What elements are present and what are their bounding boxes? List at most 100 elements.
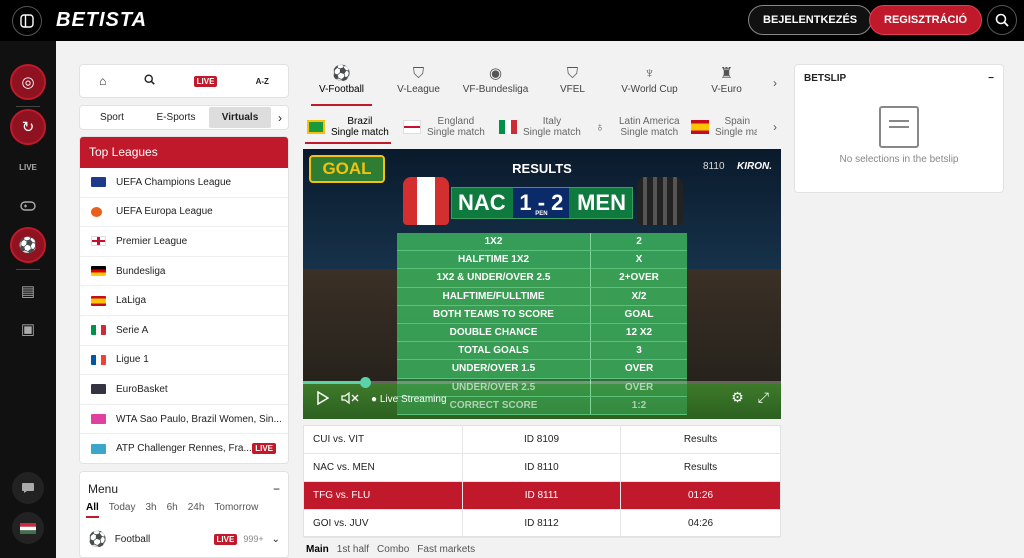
match-status: 04:26 [687, 518, 714, 529]
match-teams: TFG vs. FLU [304, 482, 463, 509]
play-icon[interactable] [317, 390, 330, 408]
live-streaming-text: Live Streaming [379, 394, 447, 405]
away-team: MEN [577, 190, 626, 215]
match-row-active[interactable]: TFG vs. FLU ID 8111 01:26 [304, 482, 780, 510]
league-item[interactable]: EuroBasket [80, 375, 288, 405]
collapse-icon[interactable]: − [273, 482, 280, 496]
brand-logo[interactable]: BETISTA [56, 9, 147, 32]
sidebar-toggle-icon[interactable] [12, 5, 42, 36]
tab-label: V-Euro [711, 84, 742, 95]
sport-type-tabs: Sport E-Sports Virtuals › [79, 105, 289, 130]
language-flag-icon[interactable] [12, 512, 44, 544]
fullscreen-icon[interactable]: ⤢ [758, 389, 769, 406]
receipt-icon [879, 106, 919, 148]
filter-24h[interactable]: 24h [188, 502, 205, 518]
roulette-icon[interactable]: ◎ [10, 64, 46, 100]
virtual-sports-icon[interactable]: ⚽ [10, 227, 46, 263]
card-icon[interactable]: ▣ [10, 311, 46, 347]
home-icon[interactable]: ⌂ [99, 74, 106, 88]
shield-icon: ⛉ [566, 65, 579, 82]
league-item[interactable]: Premier League [80, 227, 288, 257]
top-leagues-panel: Top Leagues UEFA Champions League UEFA E… [79, 136, 289, 464]
az-tab[interactable]: A-Z [256, 77, 269, 86]
live-icon[interactable]: LIVE [10, 149, 46, 185]
league-name: ATP Challenger Rennes, Fra... [116, 443, 252, 455]
register-button[interactable]: REGISZTRÁCIÓ [869, 5, 983, 35]
away-jersey-icon [637, 177, 683, 225]
video-progress[interactable] [303, 377, 781, 388]
match-row[interactable]: NAC vs. MEN ID 8110 Results [304, 454, 780, 482]
tab-v-euro[interactable]: ♜ V-Euro [688, 64, 765, 106]
league-item[interactable]: Serie A [80, 316, 288, 346]
tab-sport[interactable]: Sport [81, 107, 143, 128]
tab-v-world-cup[interactable]: ♆ V-World Cup [611, 64, 688, 106]
tab-esports[interactable]: E-Sports [145, 107, 207, 128]
match-teams: CUI vs. VIT [304, 426, 463, 453]
match-teams: NAC vs. MEN [304, 454, 463, 481]
tab-italy[interactable]: Italy Single match [495, 112, 591, 142]
market-tabs: Main 1st half Combo Fast markets [306, 544, 475, 555]
result-market: UNDER/OVER 1.5 [397, 360, 591, 378]
tab-fast-markets[interactable]: Fast markets [417, 544, 475, 555]
tab-combo[interactable]: Combo [377, 544, 409, 555]
league-item[interactable]: LaLiga [80, 286, 288, 316]
result-market: HALFTIME 1X2 [397, 251, 591, 269]
tab-label: V-League [397, 84, 440, 95]
filter-tomorrow[interactable]: Tomorrow [214, 502, 258, 518]
brazil-flag-icon [307, 120, 325, 134]
collapse-icon[interactable]: − [988, 73, 994, 84]
gamepad-icon[interactable] [10, 188, 46, 224]
filter-3h[interactable]: 3h [145, 502, 156, 518]
filter-today[interactable]: Today [109, 502, 136, 518]
tab-main[interactable]: Main [306, 544, 329, 555]
filter-6h[interactable]: 6h [167, 502, 178, 518]
video-player[interactable]: GOAL RESULTS 8110 KIRON. NAC 1 - 2 PEN M… [303, 149, 781, 419]
search-icon[interactable] [987, 5, 1017, 35]
mute-icon[interactable] [341, 391, 359, 408]
login-button[interactable]: BEJELENTKEZÉS [748, 5, 873, 35]
chevron-right-icon[interactable]: › [773, 76, 777, 90]
chat-icon[interactable] [12, 472, 44, 504]
sport-item-football[interactable]: ⚽ Football LIVE 999+ ⌄ [80, 518, 288, 558]
tab-brazil[interactable]: Brazil Single match [303, 112, 399, 144]
league-item[interactable]: ATP Challenger Rennes, Fra... LIVE [80, 434, 288, 463]
league-item[interactable]: Ligue 1 [80, 346, 288, 376]
tab-vfel[interactable]: ⛉ VFEL [534, 64, 611, 106]
tab-v-league[interactable]: ⛉ V-League [380, 64, 457, 106]
live-tab[interactable]: LIVE [193, 75, 218, 87]
filter-all[interactable]: All [86, 502, 99, 518]
league-name: Premier League [116, 235, 188, 247]
score: 1 - 2 PEN [513, 188, 570, 218]
tab-v-football[interactable]: ⚽ V-Football [303, 64, 380, 106]
chevron-right-icon[interactable]: › [773, 120, 777, 134]
home-team: NAC [458, 190, 506, 215]
menu-title: Menu [88, 482, 119, 496]
result-row: UNDER/OVER 1.5 OVER [397, 360, 687, 379]
coupon-icon[interactable]: ▤ [10, 273, 46, 309]
league-item[interactable]: WTA Sao Paulo, Brazil Women, Sin... [80, 405, 288, 435]
tab-vf-bundesliga[interactable]: ◉ VF-Bundesliga [457, 64, 534, 106]
tab-spain[interactable]: Spain Single ma [687, 112, 757, 142]
tab-virtuals[interactable]: Virtuals [209, 107, 271, 128]
search-icon[interactable] [144, 74, 156, 88]
chevron-right-icon[interactable]: › [272, 111, 288, 125]
tab-latin-america[interactable]: ♁ Latin America Single match [591, 112, 687, 142]
league-item[interactable]: UEFA Europa League [80, 198, 288, 228]
england-flag-icon [91, 236, 106, 247]
match-row[interactable]: GOI vs. JUV ID 8112 04:26 [304, 510, 780, 538]
tab-1st-half[interactable]: 1st half [337, 544, 369, 555]
match-row[interactable]: CUI vs. VIT ID 8109 Results [304, 426, 780, 454]
league-item[interactable]: Bundesliga [80, 257, 288, 287]
chevron-down-icon[interactable]: ⌄ [272, 534, 280, 545]
league-item[interactable]: UEFA Champions League [80, 168, 288, 198]
soccer-ball-icon: ⚽ [332, 65, 351, 82]
video-progress-fill [303, 381, 366, 384]
tab-line2: Single ma [715, 127, 757, 138]
menu-panel: Menu − All Today 3h 6h 24h Tomorrow ⚽ Fo… [79, 471, 289, 558]
tab-england[interactable]: England Single match [399, 112, 495, 142]
settings-gear-icon[interactable]: ⚙ [731, 389, 744, 406]
spain-flag-icon [91, 295, 106, 306]
tab-line1: Latin America [619, 116, 680, 127]
top-leagues-title: Top Leagues [80, 137, 288, 168]
sports-icon[interactable]: ↻ [10, 109, 46, 145]
